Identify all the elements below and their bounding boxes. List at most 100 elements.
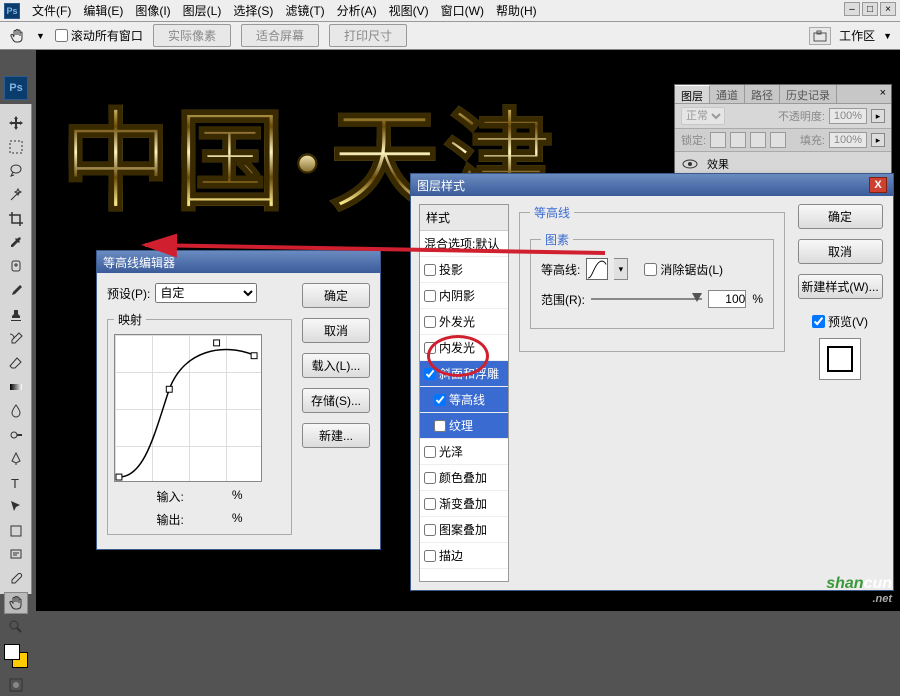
lock-position-icon[interactable] bbox=[750, 132, 766, 148]
tab-channels[interactable]: 通道 bbox=[710, 85, 745, 103]
print-size-button[interactable]: 打印尺寸 bbox=[329, 24, 407, 47]
lock-transparency-icon[interactable] bbox=[710, 132, 726, 148]
dropdown-arrow[interactable]: ▼ bbox=[36, 31, 45, 41]
close-button[interactable]: × bbox=[880, 2, 896, 16]
contour-save-button[interactable]: 存储(S)... bbox=[302, 388, 370, 413]
range-label: 范围(R): bbox=[541, 291, 585, 308]
color-swatch[interactable] bbox=[4, 644, 28, 668]
fill-input[interactable] bbox=[829, 132, 867, 148]
path-select-tool[interactable] bbox=[4, 496, 28, 518]
antialias-checkbox[interactable]: 消除锯齿(L) bbox=[644, 261, 723, 278]
blend-options-item[interactable]: 混合选项:默认 bbox=[420, 231, 508, 257]
contour-editor-titlebar[interactable]: 等高线编辑器 bbox=[97, 251, 380, 273]
gradient-tool[interactable] bbox=[4, 376, 28, 398]
contour-load-button[interactable]: 载入(L)... bbox=[302, 353, 370, 378]
eraser-tool[interactable] bbox=[4, 352, 28, 374]
curve-editor[interactable] bbox=[114, 334, 262, 482]
stamp-tool[interactable] bbox=[4, 304, 28, 326]
layerstyle-newstyle-button[interactable]: 新建样式(W)... bbox=[798, 274, 883, 299]
menu-image[interactable]: 图像(I) bbox=[129, 0, 176, 22]
menu-filter[interactable]: 滤镜(T) bbox=[279, 0, 330, 22]
preset-select[interactable]: 自定 bbox=[155, 283, 257, 303]
contour-new-button[interactable]: 新建... bbox=[302, 423, 370, 448]
workspace-dropdown[interactable]: ▼ bbox=[883, 31, 892, 41]
scroll-all-checkbox[interactable]: 滚动所有窗口 bbox=[55, 27, 143, 44]
range-slider[interactable] bbox=[591, 292, 702, 306]
tab-history[interactable]: 历史记录 bbox=[780, 85, 837, 103]
tab-layers[interactable]: 图层 bbox=[675, 85, 710, 103]
lock-all-icon[interactable] bbox=[770, 132, 786, 148]
contour-label: 等高线: bbox=[541, 261, 580, 278]
wand-tool[interactable] bbox=[4, 184, 28, 206]
restore-button[interactable]: □ bbox=[862, 2, 878, 16]
actual-pixels-button[interactable]: 实际像素 bbox=[153, 24, 231, 47]
svg-text:T: T bbox=[11, 476, 19, 491]
menu-layer[interactable]: 图层(L) bbox=[177, 0, 228, 22]
menu-window[interactable]: 窗口(W) bbox=[435, 0, 490, 22]
dodge-tool[interactable] bbox=[4, 424, 28, 446]
document-icon[interactable]: Ps bbox=[4, 76, 28, 100]
style-item-contour[interactable]: 等高线 bbox=[420, 387, 508, 413]
fit-screen-button[interactable]: 适合屏幕 bbox=[241, 24, 319, 47]
blur-tool[interactable] bbox=[4, 400, 28, 422]
menu-help[interactable]: 帮助(H) bbox=[490, 0, 543, 22]
contour-ok-button[interactable]: 确定 bbox=[302, 283, 370, 308]
fill-arrow[interactable]: ▸ bbox=[871, 133, 885, 147]
notes-tool[interactable] bbox=[4, 544, 28, 566]
healing-tool[interactable] bbox=[4, 256, 28, 278]
style-item-gradient-overlay[interactable]: 渐变叠加 bbox=[420, 491, 508, 517]
style-item-inner-shadow[interactable]: 内阴影 bbox=[420, 283, 508, 309]
marquee-tool[interactable] bbox=[4, 136, 28, 158]
style-item-drop-shadow[interactable]: 投影 bbox=[420, 257, 508, 283]
quickmask-tool[interactable] bbox=[4, 674, 28, 696]
style-item-outer-glow[interactable]: 外发光 bbox=[420, 309, 508, 335]
lock-label: 锁定: bbox=[681, 132, 706, 148]
eyedropper-tool[interactable] bbox=[4, 232, 28, 254]
menu-edit[interactable]: 编辑(E) bbox=[77, 0, 129, 22]
visibility-icon[interactable] bbox=[681, 158, 699, 170]
layer-style-titlebar[interactable]: 图层样式 X bbox=[411, 174, 893, 196]
style-item-texture[interactable]: 纹理 bbox=[420, 413, 508, 439]
contour-dropdown-arrow[interactable]: ▾ bbox=[614, 258, 628, 280]
crop-tool[interactable] bbox=[4, 208, 28, 230]
menu-select[interactable]: 选择(S) bbox=[227, 0, 279, 22]
style-item-pattern-overlay[interactable]: 图案叠加 bbox=[420, 517, 508, 543]
layers-panel: 图层 通道 路径 历史记录 × 正常 不透明度: ▸ 锁定: 填充: ▸ 效果 bbox=[674, 84, 892, 178]
eyedropper2-tool[interactable] bbox=[4, 568, 28, 590]
style-item-stroke[interactable]: 描边 bbox=[420, 543, 508, 569]
history-brush-tool[interactable] bbox=[4, 328, 28, 350]
contour-thumbnail[interactable] bbox=[586, 258, 608, 280]
panel-close[interactable]: × bbox=[875, 85, 891, 103]
layerstyle-cancel-button[interactable]: 取消 bbox=[798, 239, 883, 264]
style-item-color-overlay[interactable]: 颜色叠加 bbox=[420, 465, 508, 491]
menu-view[interactable]: 视图(V) bbox=[383, 0, 435, 22]
menu-analysis[interactable]: 分析(A) bbox=[331, 0, 383, 22]
preview-checkbox[interactable]: 预览(V) bbox=[812, 313, 868, 330]
hand-tool-icon[interactable] bbox=[8, 27, 26, 45]
layerstyle-ok-button[interactable]: 确定 bbox=[798, 204, 883, 229]
menu-file[interactable]: 文件(F) bbox=[26, 0, 77, 22]
layer-style-close-button[interactable]: X bbox=[869, 177, 887, 193]
opacity-input[interactable] bbox=[829, 108, 867, 124]
shape-tool[interactable] bbox=[4, 520, 28, 542]
tab-paths[interactable]: 路径 bbox=[745, 85, 780, 103]
move-tool[interactable] bbox=[4, 112, 28, 134]
style-item-satin[interactable]: 光泽 bbox=[420, 439, 508, 465]
pen-tool[interactable] bbox=[4, 448, 28, 470]
lock-paint-icon[interactable] bbox=[730, 132, 746, 148]
style-item-bevel[interactable]: 斜面和浮雕 bbox=[420, 361, 508, 387]
brush-tool[interactable] bbox=[4, 280, 28, 302]
style-item-inner-glow[interactable]: 内发光 bbox=[420, 335, 508, 361]
range-input[interactable] bbox=[708, 290, 746, 308]
style-list-header[interactable]: 样式 bbox=[420, 205, 508, 231]
preview-thumbnail bbox=[819, 338, 861, 380]
type-tool[interactable]: T bbox=[4, 472, 28, 494]
contour-cancel-button[interactable]: 取消 bbox=[302, 318, 370, 343]
goto-bridge-icon[interactable] bbox=[809, 27, 831, 45]
minimize-button[interactable]: – bbox=[844, 2, 860, 16]
scroll-all-label: 滚动所有窗口 bbox=[71, 27, 143, 44]
blend-mode-select[interactable]: 正常 bbox=[681, 107, 725, 125]
lasso-tool[interactable] bbox=[4, 160, 28, 182]
zoom-tool[interactable] bbox=[4, 616, 28, 638]
opacity-arrow[interactable]: ▸ bbox=[871, 109, 885, 123]
